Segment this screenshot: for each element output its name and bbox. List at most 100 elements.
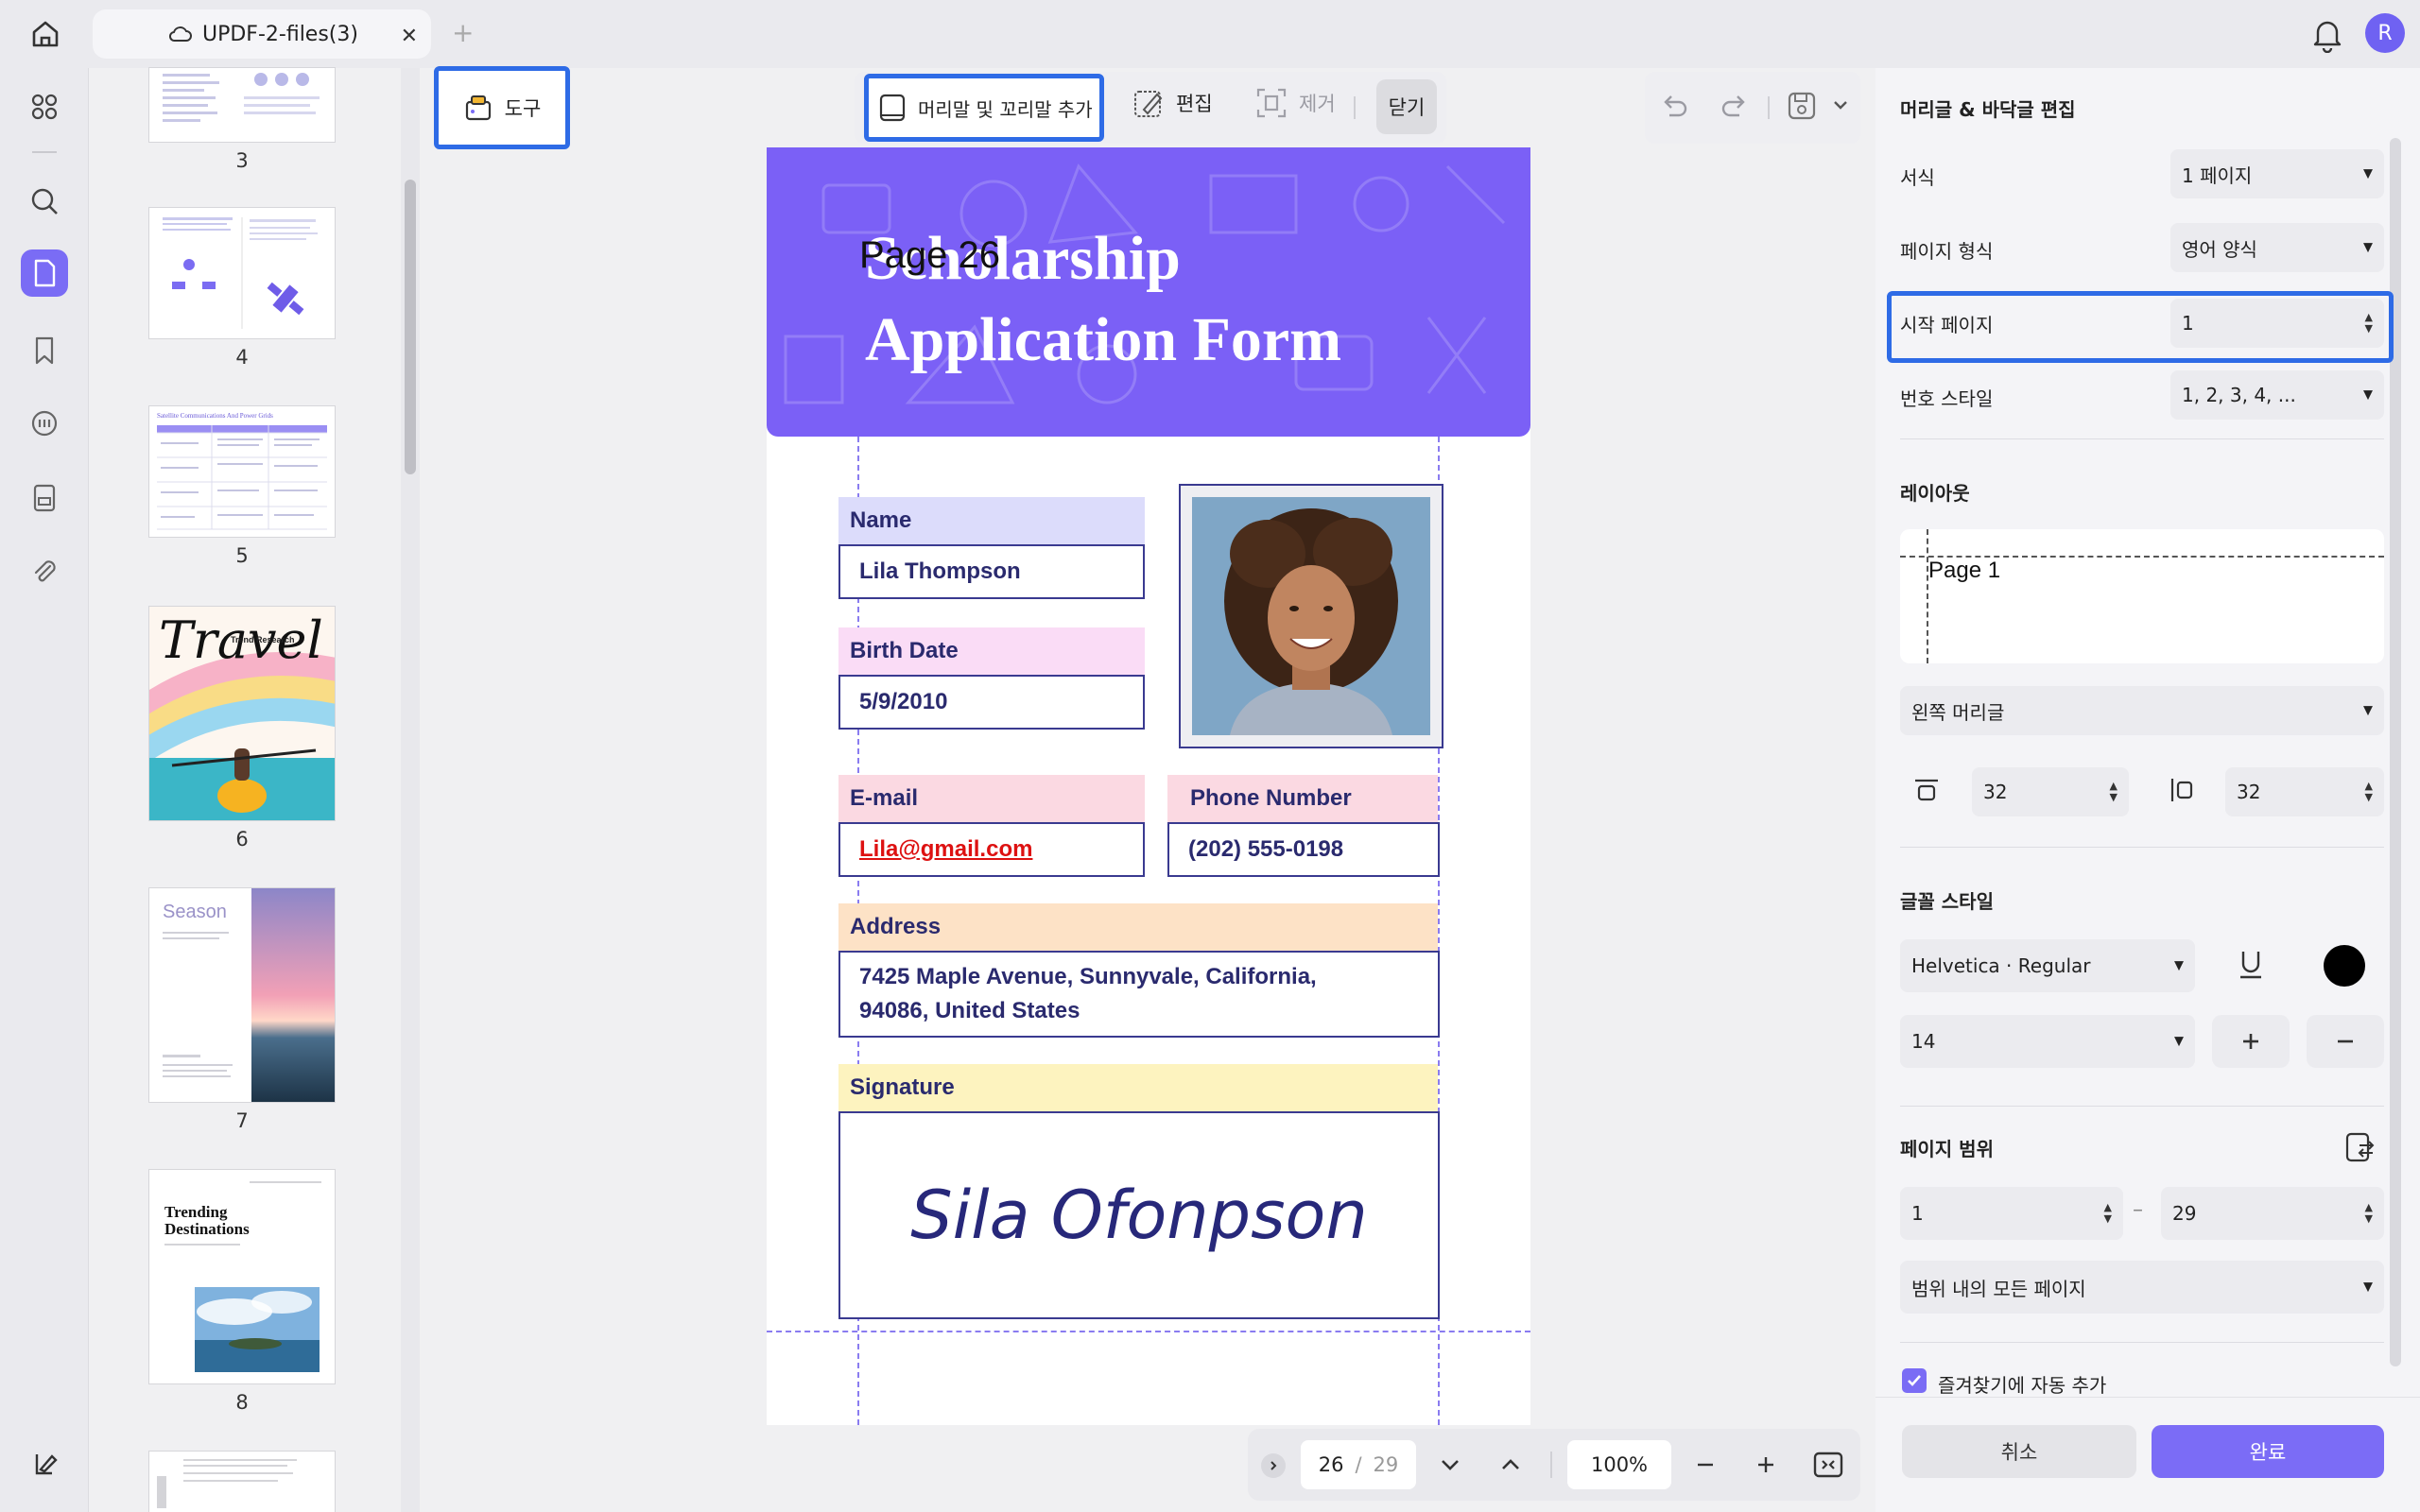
header-position-value: 왼쪽 머리글 (1911, 700, 2005, 724)
dropdown-arrow-icon: ▼ (2363, 166, 2373, 181)
page-separator: / (1355, 1453, 1362, 1476)
document-icon[interactable] (21, 249, 68, 297)
font-size-select[interactable]: 14 ▼ (1900, 1015, 2195, 1068)
name-field[interactable]: Lila Thompson (838, 544, 1145, 599)
range-dash: – (2133, 1198, 2143, 1222)
save-icon[interactable] (1785, 89, 1819, 123)
page-thumbnail[interactable] (149, 208, 335, 338)
font-family-select[interactable]: Helvetica · Regular ▼ (1900, 939, 2195, 992)
header-page-number[interactable]: Page 26 (859, 234, 1000, 277)
dropdown-arrow-icon: ▼ (2174, 1034, 2184, 1049)
dropdown-arrow-icon: ▼ (2363, 387, 2373, 403)
range-to-value: 29 (2172, 1202, 2197, 1225)
font-color-swatch[interactable] (2324, 945, 2365, 987)
panel-divider (1900, 847, 2384, 848)
page-thumbnail[interactable] (149, 1452, 335, 1512)
top-margin-stepper[interactable]: 32 ▲ ▼ (1972, 767, 2129, 816)
bookmark-checkbox[interactable] (1902, 1368, 1927, 1393)
thumbnail-page-number: 5 (235, 544, 249, 567)
fit-page-icon[interactable] (1811, 1448, 1845, 1482)
address-label: Address (838, 903, 1438, 951)
page-thumbnail[interactable]: Season (149, 888, 335, 1102)
stepper-arrows-icon[interactable]: ▲ ▼ (2365, 1202, 2373, 1225)
start-page-stepper[interactable]: 1 ▲ ▼ (2170, 299, 2384, 348)
thumbnail-scroll-thumb[interactable] (405, 180, 416, 474)
edit-button[interactable]: 편집 (1132, 87, 1213, 119)
signature-value: Sila Ofonpson (910, 1177, 1368, 1254)
email-link[interactable]: Lila@gmail.com (859, 836, 1032, 863)
chevron-down-icon[interactable] (1832, 98, 1849, 112)
thumbnail-title: Season (163, 902, 227, 922)
bookmark-checkbox-label[interactable]: 즐겨찾기에 자동 추가 (1938, 1370, 2106, 1398)
stepper-arrows-icon[interactable]: ▲ ▼ (2104, 1202, 2112, 1225)
layout-preview-text: Page 1 (1928, 558, 2001, 583)
redo-icon[interactable] (1719, 91, 1751, 123)
thumbnail-subtitle: Trend Research (231, 635, 295, 644)
remove-icon (1255, 87, 1288, 119)
range-to-stepper[interactable]: 29 ▲ ▼ (2161, 1187, 2384, 1240)
zoom-in-icon[interactable] (1753, 1452, 1779, 1478)
apps-grid-icon[interactable] (21, 83, 68, 130)
stepper-arrows-icon[interactable]: ▲ ▼ (2365, 781, 2373, 803)
side-margin-stepper[interactable]: 32 ▲ ▼ (2225, 767, 2384, 816)
panel-title: 머리글 & 바닥글 편집 (1900, 98, 2076, 121)
birth-date-field[interactable]: 5/9/2010 (838, 675, 1145, 730)
zoom-level[interactable]: 100% (1567, 1440, 1671, 1489)
attachment-icon[interactable] (21, 548, 68, 595)
previous-page-icon[interactable] (1497, 1452, 1524, 1478)
layout-preview[interactable]: Page 1 (1900, 529, 2384, 663)
done-button[interactable]: 완료 (2152, 1425, 2384, 1478)
phone-field[interactable]: (202) 555-0198 (1167, 822, 1440, 877)
page-number-input[interactable]: 26 / 29 (1301, 1440, 1416, 1489)
signature-field[interactable]: Sila Ofonpson (838, 1111, 1440, 1319)
bell-icon[interactable] (2310, 15, 2344, 53)
document-tab[interactable]: UPDF-2-files(3) ✕ (93, 9, 431, 59)
bookmark-icon[interactable] (21, 327, 68, 374)
next-page-icon[interactable] (1437, 1452, 1463, 1478)
page-thumbnail[interactable]: Trending Destinations (149, 1170, 335, 1383)
cancel-button[interactable]: 취소 (1902, 1425, 2136, 1478)
panel-divider (1900, 1106, 2384, 1107)
format-select[interactable]: 1 페이지 ▼ (2170, 149, 2384, 198)
stepper-arrows-icon[interactable]: ▲ ▼ (2365, 312, 2373, 335)
expand-nav-icon[interactable] (1261, 1453, 1286, 1478)
undo-icon[interactable] (1658, 91, 1690, 123)
tools-icon (463, 93, 493, 123)
font-family-value: Helvetica · Regular (1911, 954, 2091, 977)
nav-divider (1550, 1452, 1552, 1478)
number-style-select[interactable]: 1, 2, 3, 4, ... ▼ (2170, 370, 2384, 420)
tools-button[interactable]: 도구 (434, 66, 570, 149)
new-tab-icon[interactable]: + (452, 17, 474, 48)
header-position-select[interactable]: 왼쪽 머리글 ▼ (1900, 686, 2384, 735)
close-edit-button[interactable]: 닫기 (1376, 79, 1437, 134)
remove-button[interactable]: 제거 (1255, 87, 1336, 119)
search-icon[interactable] (21, 178, 68, 225)
increase-font-button[interactable] (2212, 1015, 2290, 1068)
page-range-icon[interactable] (2342, 1130, 2377, 1164)
underline-icon[interactable] (2235, 947, 2267, 983)
range-option-select[interactable]: 범위 내의 모든 페이지 ▼ (1900, 1261, 2384, 1314)
email-field[interactable]: Lila@gmail.com (838, 822, 1145, 877)
page-thumbnail[interactable]: Satellite Communications And Power Grids (149, 406, 335, 537)
zoom-out-icon[interactable] (1692, 1452, 1719, 1478)
form-icon[interactable] (21, 474, 68, 522)
stepper-arrows-icon[interactable]: ▲ ▼ (2110, 781, 2118, 803)
layers-icon[interactable] (21, 1440, 68, 1487)
pdf-page: Scholarship Application Form Page 26 Nam… (767, 147, 1530, 1425)
page-thumbnail[interactable]: Travel Trend Research (149, 607, 335, 820)
avatar[interactable]: R (2365, 13, 2405, 53)
home-icon[interactable] (26, 15, 64, 53)
range-option-value: 범위 내의 모든 페이지 (1911, 1277, 2086, 1300)
toolbar-divider (1768, 96, 1770, 119)
page-thumbnail[interactable] (149, 68, 335, 142)
birth-date-label: Birth Date (838, 627, 1145, 675)
thumbnail-page-number: 7 (235, 1109, 249, 1132)
page-format-select[interactable]: 영어 양식 ▼ (2170, 223, 2384, 272)
address-field[interactable]: 7425 Maple Avenue, Sunnyvale, California… (838, 951, 1440, 1038)
decrease-font-button[interactable] (2307, 1015, 2384, 1068)
range-from-stepper[interactable]: 1 ▲ ▼ (1900, 1187, 2123, 1240)
comment-icon[interactable] (21, 401, 68, 448)
close-tab-icon[interactable]: ✕ (401, 25, 418, 48)
add-header-footer-button[interactable]: 머리말 및 꼬리말 추가 (864, 74, 1104, 142)
panel-divider (1900, 438, 2384, 439)
